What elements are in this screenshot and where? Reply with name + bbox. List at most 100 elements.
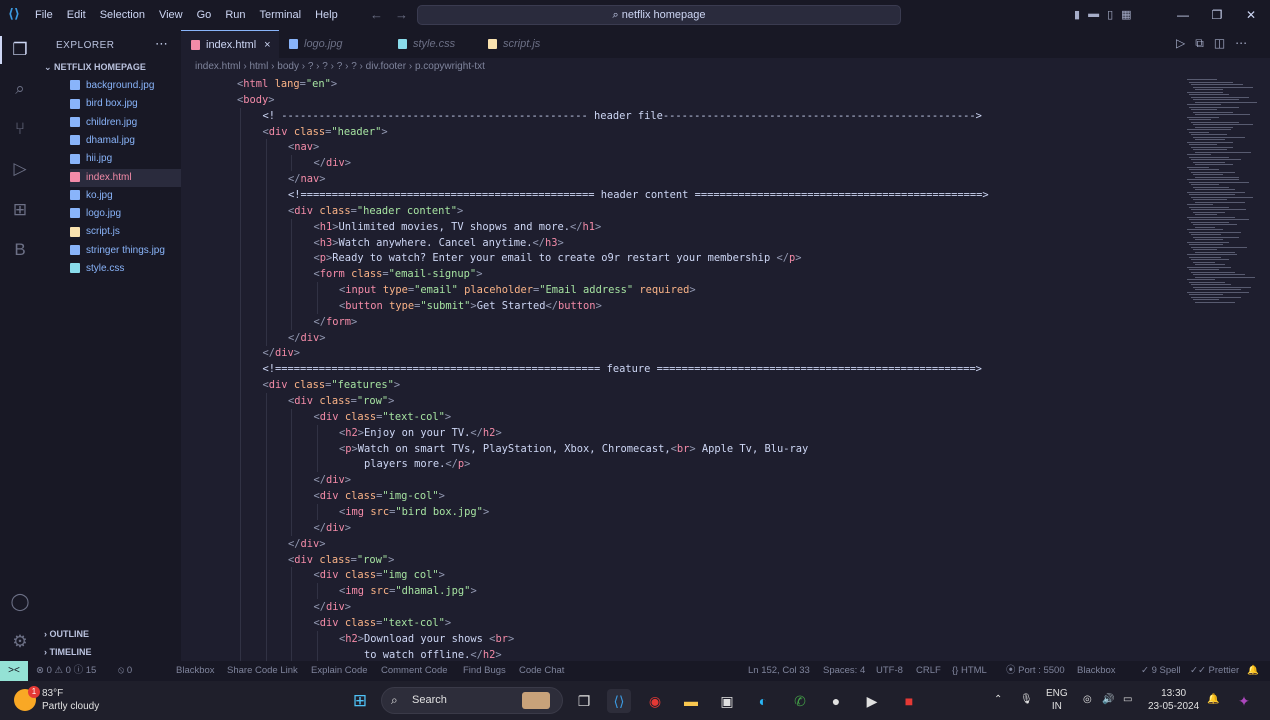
- file-item[interactable]: bird box.jpg: [70, 95, 181, 113]
- run-icon[interactable]: ▷: [1176, 36, 1185, 51]
- toggle-panel-icon[interactable]: ▬: [1088, 8, 1099, 21]
- project-folder[interactable]: ⌄ NETFLIX HOMEPAGE: [44, 62, 146, 73]
- minimap[interactable]: [1181, 76, 1261, 661]
- command-center-search[interactable]: ⌕ netflix homepage: [417, 5, 901, 25]
- timeline-section[interactable]: › TIMELINE: [44, 647, 92, 657]
- notification-bell-icon[interactable]: 🔔: [1207, 693, 1219, 706]
- settings-gear-icon[interactable]: ⚙: [8, 630, 32, 654]
- taskbar-search[interactable]: ⌕ Search: [381, 687, 563, 714]
- blackbox-status[interactable]: Blackbox: [176, 661, 215, 681]
- outline-section[interactable]: › OUTLINE: [44, 629, 89, 639]
- file-item[interactable]: hii.jpg: [70, 150, 181, 168]
- file-item[interactable]: index.html: [70, 168, 181, 187]
- tab-style-css[interactable]: style.css: [388, 30, 478, 58]
- restore-icon[interactable]: ❐: [1200, 0, 1234, 30]
- breadcrumb-item[interactable]: body: [277, 61, 299, 72]
- edge-icon[interactable]: ◐: [751, 689, 775, 713]
- recorder-icon[interactable]: ■: [897, 689, 921, 713]
- open-preview-icon[interactable]: ⧉: [1195, 36, 1204, 51]
- menu-item-edit[interactable]: Edit: [60, 0, 93, 30]
- vscode-taskbar-icon[interactable]: ⟨⟩: [607, 689, 631, 713]
- microphone-icon[interactable]: 🎙: [1020, 693, 1033, 706]
- code-chat[interactable]: Code Chat: [519, 661, 564, 681]
- file-item[interactable]: stringer things.jpg: [70, 242, 181, 260]
- breadcrumb-item[interactable]: p.copywright-txt: [415, 61, 485, 72]
- line-ending[interactable]: CRLF: [916, 661, 941, 681]
- tab-index-html[interactable]: index.html ×: [181, 30, 279, 58]
- toggle-secondary-sidebar-icon[interactable]: ▯: [1107, 8, 1113, 21]
- run-debug-icon[interactable]: ▷: [8, 157, 32, 181]
- github-icon[interactable]: ●: [824, 689, 848, 713]
- menu-item-run[interactable]: Run: [218, 0, 252, 30]
- minimize-icon[interactable]: —: [1166, 0, 1200, 30]
- tray-chevron-up-icon[interactable]: ⌃: [994, 693, 1002, 706]
- language-indicator[interactable]: ENG IN: [1046, 687, 1068, 713]
- clock[interactable]: 13:30 23-05-2024: [1148, 687, 1199, 713]
- account-icon[interactable]: ◯: [8, 590, 32, 614]
- battery-icon[interactable]: ▭: [1123, 693, 1132, 706]
- menu-item-go[interactable]: Go: [190, 0, 219, 30]
- media-player-icon[interactable]: ▶: [860, 689, 884, 713]
- share-code-link[interactable]: Share Code Link: [227, 661, 298, 681]
- menu-item-terminal[interactable]: Terminal: [253, 0, 309, 30]
- close-tab-icon[interactable]: ×: [264, 39, 270, 51]
- breadcrumb-item[interactable]: html: [249, 61, 268, 72]
- windows-start-icon[interactable]: ⊞: [348, 689, 372, 713]
- explain-code[interactable]: Explain Code: [311, 661, 368, 681]
- back-arrow-icon[interactable]: ←: [370, 7, 383, 22]
- ports-indicator[interactable]: ⦸ 0: [118, 661, 132, 681]
- explorer-icon[interactable]: ❐: [8, 38, 32, 62]
- code-editor[interactable]: <html lang="en"> <body> <! ---------------…: [181, 76, 1181, 661]
- problems-indicator[interactable]: ⊗ 0 ⚠ 0 ⓘ 15: [36, 661, 96, 681]
- extensions-icon[interactable]: ⊞: [8, 198, 32, 222]
- toggle-sidebar-icon[interactable]: ▮: [1074, 8, 1080, 21]
- breadcrumb-item[interactable]: index.html: [195, 61, 241, 72]
- file-explorer-icon[interactable]: ▬: [679, 689, 703, 713]
- menu-item-view[interactable]: View: [152, 0, 190, 30]
- store-icon[interactable]: ▣: [715, 689, 739, 713]
- notifications-bell-icon[interactable]: 🔔: [1247, 661, 1259, 681]
- breadcrumb-item[interactable]: div.footer: [366, 61, 406, 72]
- file-item[interactable]: children.jpg: [70, 114, 181, 132]
- volume-icon[interactable]: 🔊: [1102, 693, 1114, 706]
- indentation[interactable]: Spaces: 4: [823, 661, 865, 681]
- tab-logo-jpg[interactable]: logo.jpg: [279, 30, 388, 58]
- menu-item-file[interactable]: File: [28, 0, 60, 30]
- tab-script-js[interactable]: script.js: [478, 30, 568, 58]
- file-item[interactable]: dhamal.jpg: [70, 132, 181, 150]
- editor-scrollbar[interactable]: [1261, 76, 1270, 661]
- spell-check[interactable]: ✓ 9 Spell: [1141, 661, 1181, 681]
- prettier-status[interactable]: ✓✓ Prettier: [1190, 661, 1239, 681]
- language-mode[interactable]: {} HTML: [952, 661, 987, 681]
- remote-indicator[interactable]: ><: [0, 661, 28, 681]
- close-icon[interactable]: ✕: [1234, 0, 1268, 30]
- more-actions-icon[interactable]: ⋯: [1235, 36, 1247, 51]
- minimap-line: [1193, 186, 1229, 188]
- blackbox-status-2[interactable]: Blackbox: [1077, 661, 1116, 681]
- file-item[interactable]: logo.jpg: [70, 205, 181, 223]
- chrome-icon[interactable]: ◉: [643, 689, 667, 713]
- menu-item-help[interactable]: Help: [308, 0, 345, 30]
- split-editor-icon[interactable]: ◫: [1214, 36, 1225, 51]
- whatsapp-icon[interactable]: ✆: [788, 689, 812, 713]
- file-item[interactable]: script.js: [70, 223, 181, 241]
- blackbox-icon[interactable]: B: [8, 238, 32, 262]
- forward-arrow-icon[interactable]: →: [395, 7, 408, 22]
- file-item[interactable]: style.css: [70, 260, 181, 278]
- customize-layout-icon[interactable]: ▦: [1121, 8, 1131, 21]
- source-control-icon[interactable]: ⑂: [8, 117, 32, 141]
- search-icon[interactable]: ⌕: [8, 77, 32, 101]
- find-bugs[interactable]: Find Bugs: [463, 661, 506, 681]
- indent-guide: [291, 488, 292, 505]
- cursor-position[interactable]: Ln 152, Col 33: [748, 661, 810, 681]
- menu-item-selection[interactable]: Selection: [93, 0, 152, 30]
- more-actions-icon[interactable]: ⋯: [155, 36, 168, 52]
- encoding[interactable]: UTF-8: [876, 661, 903, 681]
- comment-code[interactable]: Comment Code: [381, 661, 448, 681]
- live-server-port[interactable]: ⦿ Port : 5500: [1006, 661, 1065, 681]
- file-item[interactable]: ko.jpg: [70, 187, 181, 205]
- task-view-icon[interactable]: ❐: [572, 689, 596, 713]
- file-item[interactable]: background.jpg: [70, 77, 181, 95]
- copilot-icon[interactable]: ✦: [1232, 689, 1256, 713]
- network-icon[interactable]: ◎: [1083, 693, 1092, 706]
